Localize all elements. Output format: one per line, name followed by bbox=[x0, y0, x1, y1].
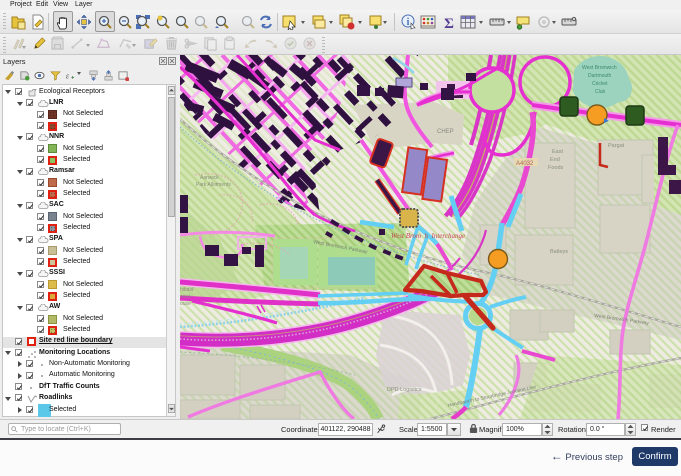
svg-text:Foods: Foods bbox=[548, 165, 564, 171]
svg-text:A4032: A4032 bbox=[516, 161, 534, 167]
svg-text:East: East bbox=[552, 149, 563, 155]
svg-text:End: End bbox=[550, 157, 560, 163]
svg-text:Σ: Σ bbox=[444, 16, 454, 30]
svg-text:CHEP: CHEP bbox=[437, 129, 454, 135]
svg-text:i: i bbox=[407, 17, 410, 28]
svg-text:ε: ε bbox=[66, 71, 70, 80]
svg-text:Club: Club bbox=[595, 89, 606, 95]
svg-text:Cricket: Cricket bbox=[592, 81, 608, 87]
svg-text:West Brom h Interchange: West Brom h Interchange bbox=[391, 232, 465, 240]
svg-text:Pargat: Pargat bbox=[608, 143, 625, 149]
svg-text:DPD Logistics: DPD Logistics bbox=[387, 387, 422, 393]
svg-text:ouse: ouse bbox=[180, 301, 191, 307]
svg-text:Dartmouth: Dartmouth bbox=[588, 73, 612, 79]
svg-text:Park Allotments: Park Allotments bbox=[196, 182, 231, 188]
svg-text:Batleys: Batleys bbox=[550, 249, 568, 255]
svg-text:hibald: hibald bbox=[180, 287, 194, 293]
svg-text:Aanwick: Aanwick bbox=[200, 175, 219, 181]
svg-text:nnick: nnick bbox=[180, 294, 192, 300]
svg-text:West Bromwich: West Bromwich bbox=[582, 65, 617, 71]
